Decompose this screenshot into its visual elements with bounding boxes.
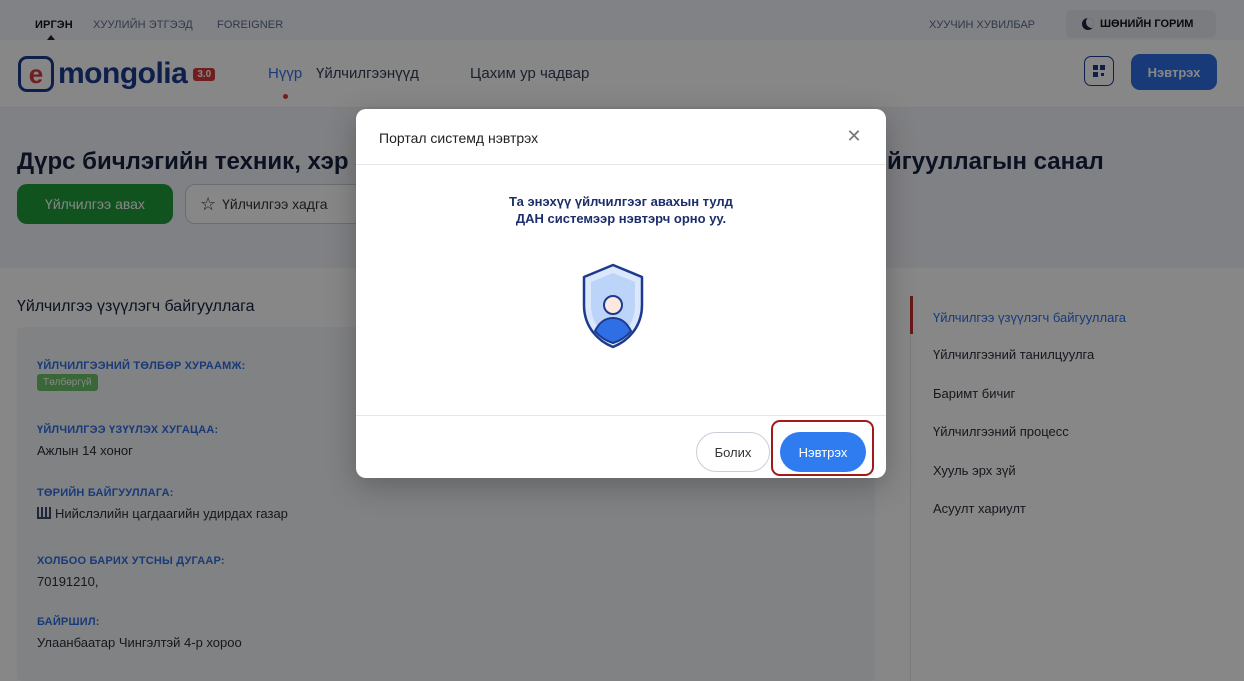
user-shield-icon [582, 263, 644, 349]
modal-message-line2: ДАН системээр нэвтэрч орно уу. [515, 211, 727, 226]
modal-footer: Болих Нэвтрэх [356, 415, 886, 478]
modal-title: Портал системд нэвтрэх [379, 130, 539, 146]
login-modal: Портал системд нэвтрэх ✕ Та энэхүү үйлчи… [356, 109, 886, 478]
close-icon[interactable]: ✕ [845, 127, 863, 145]
modal-message: Та энэхүү үйлчилгээг авахын тулд ДАН сис… [356, 193, 886, 227]
cancel-button[interactable]: Болих [696, 432, 770, 472]
modal-message-line1: Та энэхүү үйлчилгээг авахын тулд [509, 194, 733, 209]
modal-login-button[interactable]: Нэвтрэх [780, 432, 866, 472]
modal-header: Портал системд нэвтрэх ✕ [356, 109, 886, 165]
